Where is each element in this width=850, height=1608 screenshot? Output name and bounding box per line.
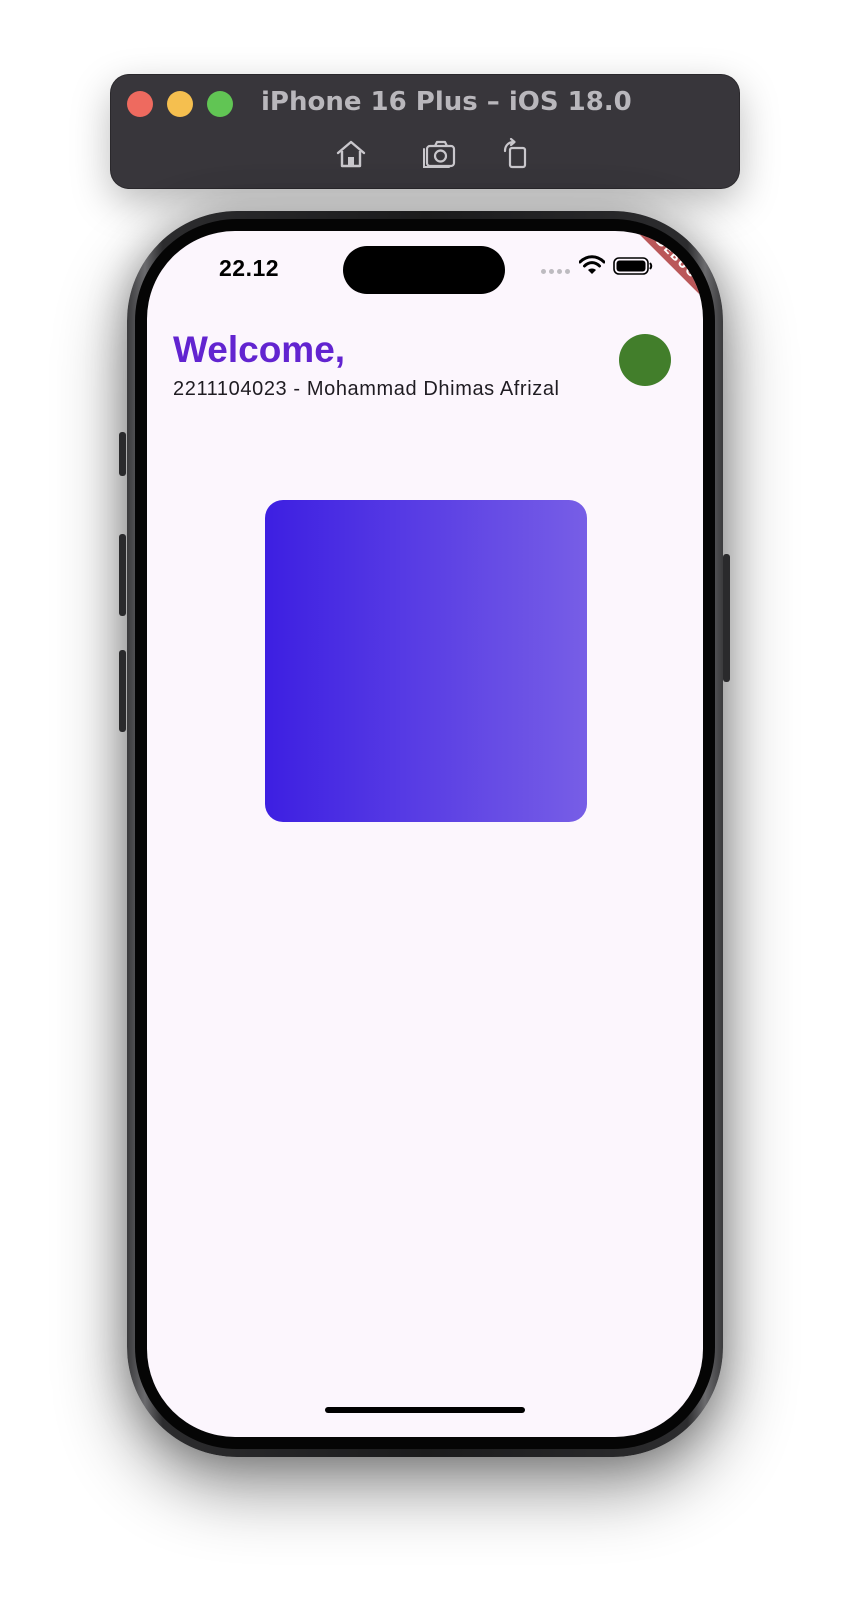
welcome-title: Welcome,	[173, 329, 346, 370]
battery-icon	[613, 257, 653, 275]
screenshot-button[interactable]	[421, 137, 457, 171]
simulator-toolbar: iPhone 16 Plus – iOS 18.0	[111, 75, 739, 188]
avatar[interactable]	[619, 334, 671, 386]
camera-icon	[423, 140, 456, 168]
gradient-container	[265, 500, 587, 822]
rotate-icon	[503, 137, 527, 169]
home-indicator[interactable]	[325, 1407, 525, 1413]
home-button[interactable]	[333, 137, 369, 171]
power-button[interactable]	[723, 554, 730, 682]
action-button[interactable]	[119, 432, 126, 476]
house-icon	[336, 140, 366, 168]
rotate-button[interactable]	[497, 137, 533, 171]
user-subtitle: 2211104023 - Mohammad Dhimas Afrizal	[173, 378, 560, 400]
simulator-stage: iPhone 16 Plus – iOS 18.0 22.12 DEBUG We…	[0, 0, 850, 1608]
phone-screen: 22.12 DEBUG Welcome, 2211104023 - Mohamm…	[147, 231, 703, 1437]
status-time: 22.12	[219, 255, 280, 281]
volume-up-button[interactable]	[119, 534, 126, 616]
volume-down-button[interactable]	[119, 650, 126, 732]
wifi-icon	[579, 255, 605, 274]
cellular-signal-icon	[541, 269, 570, 274]
simulator-title: iPhone 16 Plus – iOS 18.0	[261, 87, 632, 117]
dynamic-island	[343, 246, 505, 294]
